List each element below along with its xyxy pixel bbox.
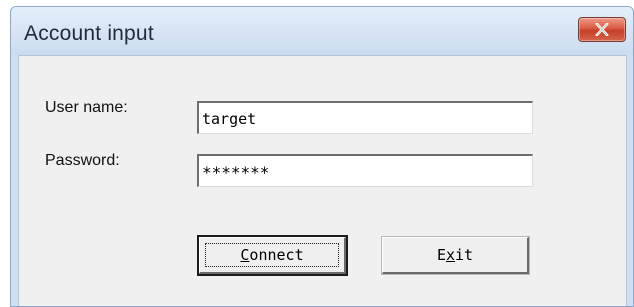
window-title: Account input: [24, 22, 154, 45]
account-input-dialog: Account input User name: target Password…: [10, 6, 634, 307]
connect-button[interactable]: Connect: [197, 235, 348, 276]
exit-label-rest: it: [455, 246, 474, 264]
username-value: target: [202, 110, 257, 128]
exit-button[interactable]: Exit: [381, 236, 530, 275]
dialog-body: User name: target Password: ******* Conn…: [18, 55, 627, 306]
close-button[interactable]: [578, 17, 626, 42]
exit-label-prefix: E: [436, 246, 446, 264]
password-label: Password:: [45, 152, 120, 169]
username-field[interactable]: target: [197, 101, 533, 134]
close-icon: [595, 23, 609, 36]
exit-mnemonic: x: [445, 246, 455, 264]
connect-label: onnect: [249, 246, 304, 264]
password-field[interactable]: *******: [197, 154, 533, 187]
password-value: *******: [202, 163, 270, 182]
title-bar[interactable]: Account input: [11, 7, 633, 55]
username-label: User name:: [45, 99, 128, 116]
